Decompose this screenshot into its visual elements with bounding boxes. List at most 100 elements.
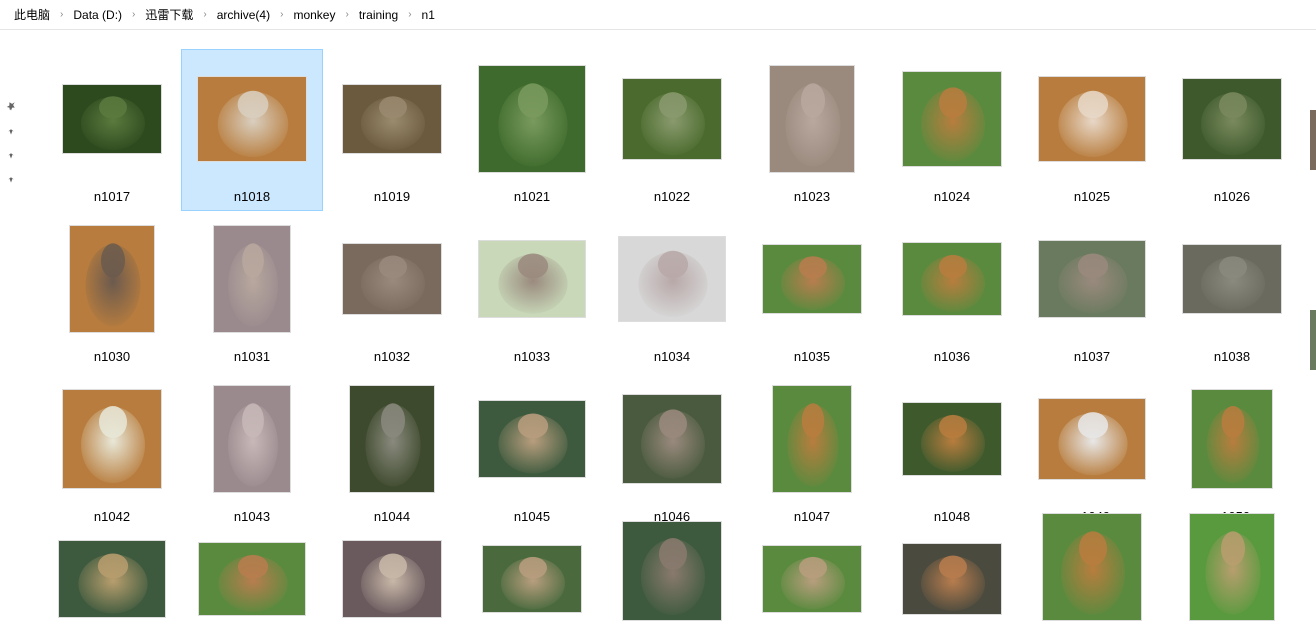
- file-item[interactable]: n1032: [322, 210, 462, 370]
- file-item[interactable]: n1044: [322, 370, 462, 530]
- file-item[interactable]: n1025: [1022, 50, 1162, 210]
- file-item[interactable]: n1018: [182, 50, 322, 210]
- file-item[interactable]: n1031: [182, 210, 322, 370]
- file-item[interactable]: n1026: [1162, 50, 1302, 210]
- file-item[interactable]: n1030: [42, 210, 182, 370]
- file-name-label: n1024: [934, 189, 970, 204]
- file-name-label: n1022: [654, 189, 690, 204]
- file-name-label: n1030: [94, 349, 130, 364]
- file-name-label: n1018: [234, 189, 270, 204]
- image-thumbnail: [902, 71, 1002, 167]
- pin-icon[interactable]: [5, 148, 17, 160]
- file-item[interactable]: n1060: [882, 530, 1022, 632]
- file-item[interactable]: n1062: [1162, 530, 1302, 632]
- file-item[interactable]: n1038: [1162, 210, 1302, 370]
- image-thumbnail: [482, 545, 582, 613]
- image-thumbnail: [198, 542, 306, 616]
- file-item[interactable]: n1045: [462, 370, 602, 530]
- file-item[interactable]: n1048: [882, 370, 1022, 530]
- image-thumbnail: [213, 385, 291, 493]
- file-item[interactable]: n1017: [42, 50, 182, 210]
- file-name-label: n1025: [1074, 189, 1110, 204]
- file-item[interactable]: n1021: [462, 50, 602, 210]
- thumbnail-container: [748, 376, 876, 501]
- image-thumbnail: [1191, 389, 1273, 489]
- thumbnail-container: [468, 376, 596, 501]
- file-item[interactable]: n1036: [882, 210, 1022, 370]
- thumbnail-container: [188, 536, 316, 621]
- thumbnail-container: [1168, 513, 1296, 621]
- file-item[interactable]: n1042: [42, 370, 182, 530]
- file-item[interactable]: n1033: [462, 210, 602, 370]
- image-thumbnail: [772, 385, 852, 493]
- file-item[interactable]: n1061: [1022, 530, 1162, 632]
- chevron-right-icon: ›: [128, 9, 139, 20]
- breadcrumb-segment[interactable]: archive(4): [211, 6, 276, 24]
- image-thumbnail: [618, 236, 726, 322]
- file-grid-area: n1017 n1018 n1019n1021 n1022 n1023 n1024 n1025…: [22, 30, 1306, 632]
- image-thumbnail: [342, 84, 442, 154]
- thumbnail-container: [888, 216, 1016, 341]
- breadcrumb-segment[interactable]: monkey: [287, 6, 341, 24]
- thumbnail-container: [1028, 56, 1156, 181]
- image-thumbnail: [1182, 244, 1282, 314]
- main-area: n1017 n1018 n1019n1021 n1022 n1023 n1024 n1025…: [0, 30, 1316, 632]
- file-item[interactable]: n1050: [1162, 370, 1302, 530]
- image-thumbnail: [1182, 78, 1282, 160]
- file-item[interactable]: n1037: [1022, 210, 1162, 370]
- quick-access-strip: [0, 30, 22, 632]
- file-name-label: n1032: [374, 349, 410, 364]
- thumbnail-container: [608, 521, 736, 621]
- file-item[interactable]: n1024: [882, 50, 1022, 210]
- thumbnail-container: [48, 56, 176, 181]
- thumbnail-container: [328, 56, 456, 181]
- breadcrumb-segment[interactable]: 迅雷下载: [139, 4, 199, 25]
- image-thumbnail: [349, 385, 435, 493]
- thumbnail-container: [188, 56, 316, 181]
- pin-icon[interactable]: [5, 124, 17, 136]
- file-name-label: n1045: [514, 509, 550, 524]
- image-thumbnail: [902, 242, 1002, 316]
- thumbnail-container: [328, 216, 456, 341]
- image-thumbnail: [478, 240, 586, 318]
- thumbnail-container: [468, 56, 596, 181]
- file-item[interactable]: n1059: [742, 530, 882, 632]
- file-item[interactable]: n1049: [1022, 370, 1162, 530]
- breadcrumb-segment[interactable]: 此电脑: [8, 4, 56, 25]
- file-item[interactable]: n1057: [462, 530, 602, 632]
- file-item[interactable]: n1056: [322, 530, 462, 632]
- partial-thumbnail: [1310, 110, 1316, 170]
- image-thumbnail: [62, 84, 162, 154]
- file-item[interactable]: n1046: [602, 370, 742, 530]
- thumbnail-container: [468, 536, 596, 621]
- breadcrumb-segment[interactable]: training: [353, 6, 404, 24]
- image-thumbnail: [69, 225, 155, 333]
- file-item[interactable]: n1058: [602, 530, 742, 632]
- pin-icon[interactable]: [5, 172, 17, 184]
- image-thumbnail: [478, 400, 586, 478]
- file-name-label: n1026: [1214, 189, 1250, 204]
- file-item[interactable]: n1043: [182, 370, 322, 530]
- breadcrumb-segment[interactable]: n1: [416, 6, 441, 24]
- file-item[interactable]: n1055: [182, 530, 322, 632]
- file-item[interactable]: n1047: [742, 370, 882, 530]
- file-name-label: n1036: [934, 349, 970, 364]
- file-item[interactable]: n1023: [742, 50, 882, 210]
- chevron-right-icon: ›: [199, 9, 210, 20]
- image-thumbnail: [769, 65, 855, 173]
- file-item[interactable]: n1054: [42, 530, 182, 632]
- pin-icon[interactable]: [5, 100, 17, 112]
- thumbnail-container: [188, 376, 316, 501]
- file-item[interactable]: n1035: [742, 210, 882, 370]
- file-item[interactable]: n1022: [602, 50, 742, 210]
- image-thumbnail: [1189, 513, 1275, 621]
- thumbnail-container: [608, 216, 736, 341]
- image-thumbnail: [342, 243, 442, 315]
- file-name-label: n1042: [94, 509, 130, 524]
- image-thumbnail: [622, 78, 722, 160]
- file-item[interactable]: n1019: [322, 50, 462, 210]
- breadcrumb-segment[interactable]: Data (D:): [67, 6, 128, 24]
- thumbnail-container: [888, 56, 1016, 181]
- file-item[interactable]: n1034: [602, 210, 742, 370]
- file-name-label: n1017: [94, 189, 130, 204]
